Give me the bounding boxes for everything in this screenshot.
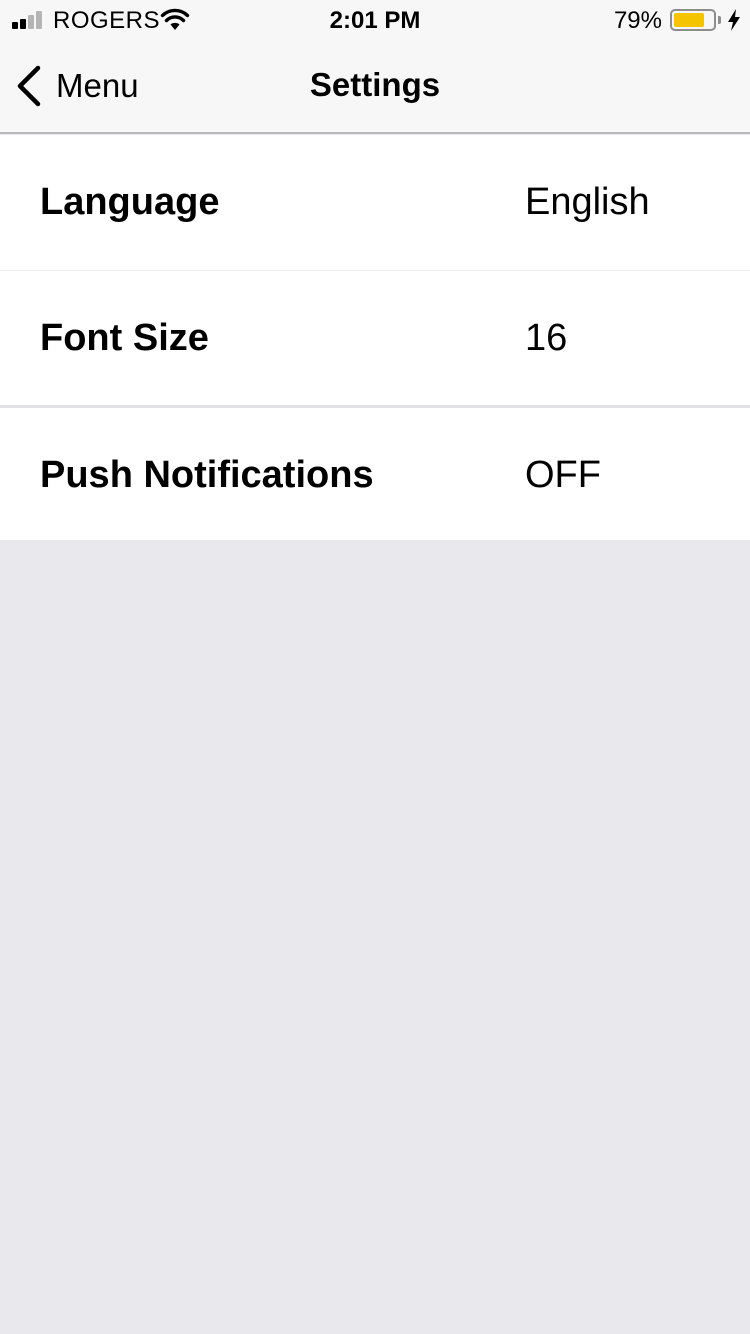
setting-label: Font Size [40,317,209,359]
settings-row-font-size[interactable]: Font Size 16 [0,270,750,405]
settings-row-push-notifications[interactable]: Push Notifications OFF [0,405,750,540]
setting-label: Language [40,181,220,223]
setting-value: 16 [525,317,568,359]
top-bar: ROGERS 2:01 PM 79% Menu Settings [0,0,750,134]
settings-list: Language English Font Size 16 Push Notif… [0,135,750,540]
setting-value: OFF [525,454,601,496]
battery-percentage: 79% [613,7,662,34]
battery-tip [718,16,721,24]
status-bar: ROGERS 2:01 PM 79% [0,0,750,40]
battery-icon [670,9,716,31]
page-title: Settings [309,66,441,103]
setting-label: Push Notifications [40,454,374,496]
battery-fill [674,13,705,27]
settings-row-language[interactable]: Language English [0,135,750,270]
charging-bolt-icon [728,9,740,31]
setting-value: English [525,181,650,223]
